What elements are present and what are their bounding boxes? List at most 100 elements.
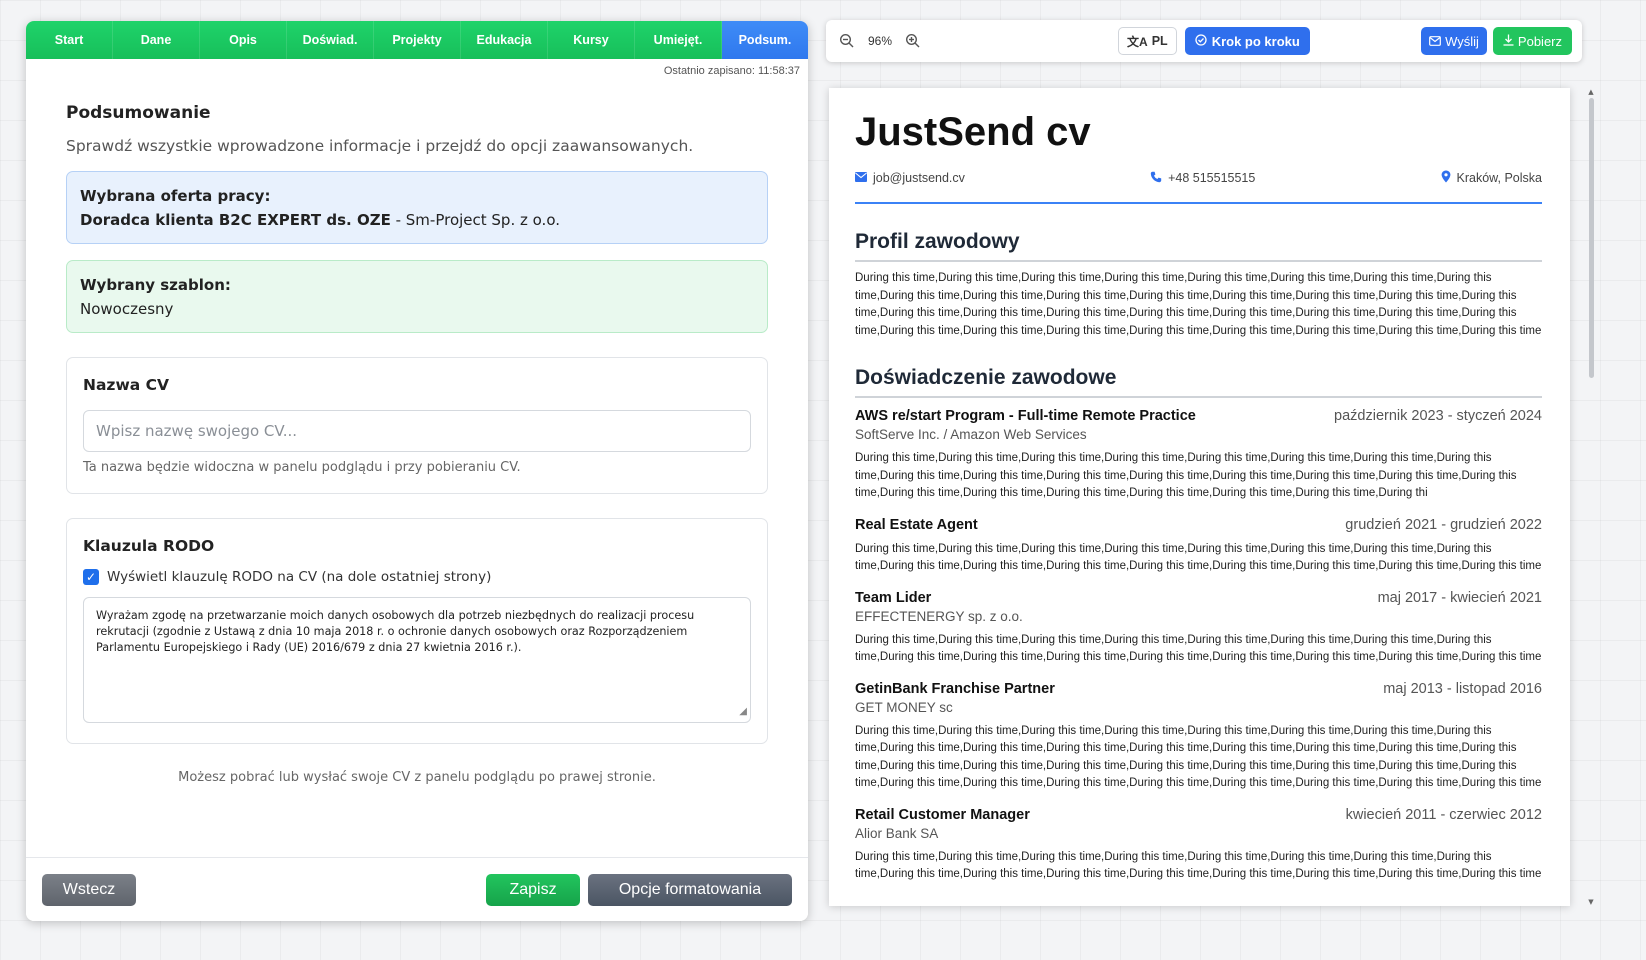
cv-name-title: Nazwa CV xyxy=(83,376,169,394)
step-tab[interactable]: Kursy xyxy=(548,21,635,59)
job-offer-label: Wybrana oferta pracy: xyxy=(80,187,271,205)
cv-email-text: job@justsend.cv xyxy=(873,171,965,185)
translate-icon: 文A xyxy=(1127,34,1148,49)
cv-name-card: Nazwa CV Ta nazwa będzie widoczna w pane… xyxy=(66,357,768,494)
step-tab[interactable]: Opis xyxy=(200,21,287,59)
rodo-text: Wyrażam zgodę na przetwarzanie moich dan… xyxy=(96,609,695,654)
cv-job-dates: kwiecień 2011 - czerwiec 2012 xyxy=(1345,806,1542,823)
cv-preview-page: JustSend cv job@justsend.cv +48 51551551… xyxy=(829,88,1570,906)
rodo-checkbox-row[interactable]: ✓ Wyświetl klauzulę RODO na CV (na dole … xyxy=(83,569,751,585)
template-value: Nowoczesny xyxy=(80,300,174,318)
check-circle-icon xyxy=(1195,33,1207,49)
format-options-button[interactable]: Opcje formatowania xyxy=(588,873,792,906)
cv-name: JustSend cv xyxy=(855,110,1091,154)
cv-location-text: Kraków, Polska xyxy=(1456,171,1542,185)
preview-scrollbar[interactable]: ▲ ▼ xyxy=(1586,88,1596,906)
language-button[interactable]: 文A PL xyxy=(1118,27,1177,55)
rodo-title: Klauzula RODO xyxy=(83,537,215,555)
last-saved-text: Ostatnio zapisano: 11:58:37 xyxy=(663,65,800,77)
download-label: Pobierz xyxy=(1517,33,1562,49)
language-label: PL xyxy=(1151,34,1168,48)
cv-job-company: EFFECTENERGY sp. z o.o. xyxy=(855,608,1023,624)
cv-profile-text: During this time,During this time,During… xyxy=(855,272,1542,337)
cv-contacts: job@justsend.cv +48 515515515 Kraków, Po… xyxy=(855,170,1542,204)
cv-phone-text: +48 515515515 xyxy=(1168,171,1256,185)
cv-job-entry: Team Lider maj 2017 - kwiecień 2021 EFFECT… xyxy=(855,590,1542,667)
job-offer-box: Wybrana oferta pracy: Doradca klienta B2… xyxy=(66,171,768,244)
zoom-out-icon[interactable] xyxy=(836,30,858,52)
step-tab[interactable]: Doświad. xyxy=(287,21,374,59)
map-pin-icon xyxy=(1441,170,1451,186)
cv-job-title: Team Lider xyxy=(855,589,932,606)
scroll-up-arrow-icon[interactable]: ▲ xyxy=(1586,88,1596,96)
cv-job-entry: Real Estate Agent grudzień 2021 - grudzie… xyxy=(855,517,1542,576)
cv-job-description: During this time,During this time,During… xyxy=(855,452,1517,499)
phone-icon xyxy=(1150,171,1162,186)
cv-email: job@justsend.cv xyxy=(855,170,965,186)
step-tab[interactable]: Edukacja xyxy=(461,21,548,59)
cv-job-company: Alior Bank SA xyxy=(855,825,939,841)
step-tab[interactable]: Podsum. xyxy=(722,21,808,59)
cv-job-header: Real Estate Agent grudzień 2021 - grudzie… xyxy=(855,517,1542,533)
job-offer-value: Doradca klienta B2C EXPERT ds. OZE - Sm-… xyxy=(80,208,754,232)
template-box: Wybrany szablon: Nowoczesny xyxy=(66,260,768,333)
section-title: Podsumowanie xyxy=(66,103,211,123)
cv-job-description: During this time,During this time,During… xyxy=(855,542,1542,573)
cv-job-dates: październik 2023 - styczeń 2024 xyxy=(1334,408,1542,424)
template-label: Wybrany szablon: xyxy=(80,276,231,294)
download-button[interactable]: Pobierz xyxy=(1492,27,1572,55)
step-tabs: Start Dane Opis Doświad. Projekty Edukacja Kur… xyxy=(26,21,808,59)
scroll-down-arrow-icon[interactable]: ▼ xyxy=(1586,898,1596,906)
back-button[interactable]: Wstecz xyxy=(42,873,136,906)
rodo-card: Klauzula RODO ✓ Wyświetl klauzulę RODO n… xyxy=(66,518,768,744)
bottom-note: Możesz pobrać lub wysłać swoje CV z pane… xyxy=(178,770,656,785)
cv-job-title: Retail Customer Manager xyxy=(855,806,1030,823)
cv-job-title: Real Estate Agent xyxy=(855,516,978,533)
cv-jobs-list: AWS re/start Program - Full-time Remote … xyxy=(855,408,1542,884)
cv-job-entry: GetinBank Franchise Partner maj 2013 - li… xyxy=(855,681,1542,793)
preview-toolbar: 96% 文A PL Krok po kroku Wyślij Pobierz xyxy=(826,20,1582,62)
cv-job-header: Retail Customer Manager kwiecień 2011 - c… xyxy=(855,807,1542,823)
section-description: Sprawdź wszystkie wprowadzone informacje… xyxy=(66,137,694,155)
cv-job-entry: AWS re/start Program - Full-time Remote … xyxy=(855,408,1542,503)
cv-job-title: GetinBank Franchise Partner xyxy=(855,680,1055,697)
rodo-textarea[interactable]: Wyrażam zgodę na przetwarzanie moich dan… xyxy=(83,597,751,723)
cv-job-header: AWS re/start Program - Full-time Remote … xyxy=(855,408,1542,424)
step-tab[interactable]: Start xyxy=(26,21,113,59)
job-offer-company: - Sm-Project Sp. z o.o. xyxy=(390,211,560,229)
envelope-icon xyxy=(855,171,867,185)
cv-job-company: GET MONEY sc xyxy=(855,699,953,715)
cv-location: Kraków, Polska xyxy=(1441,170,1542,186)
editor-body: Podsumowanie Sprawdź wszystkie wprowadzo… xyxy=(26,103,808,785)
resize-grip-icon[interactable]: ◢ xyxy=(739,704,747,720)
mail-icon xyxy=(1429,34,1441,49)
editor-footer: Wstecz Zapisz Opcje formatowania xyxy=(26,857,808,921)
cv-job-dates: grudzień 2021 - grudzień 2022 xyxy=(1345,516,1542,533)
cv-job-description: During this time,During this time,During… xyxy=(855,633,1542,664)
cv-job-header: GetinBank Franchise Partner maj 2013 - li… xyxy=(855,681,1542,697)
step-by-step-label: Krok po kroku xyxy=(1211,33,1300,49)
download-icon xyxy=(1503,34,1514,49)
cv-job-title: AWS re/start Program - Full-time Remote … xyxy=(855,408,1196,424)
zoom-level: 96% xyxy=(868,34,893,48)
cv-job-header: Team Lider maj 2017 - kwiecień 2021 xyxy=(855,590,1542,606)
scroll-thumb[interactable] xyxy=(1589,98,1594,378)
zoom-in-icon[interactable] xyxy=(902,30,924,52)
cv-name-input[interactable] xyxy=(83,410,751,452)
cv-profile-heading: Profil zawodowy xyxy=(855,230,1542,262)
editor-panel: Start Dane Opis Doświad. Projekty Edukacja Kur… xyxy=(26,21,808,921)
send-button[interactable]: Wyślij xyxy=(1421,27,1487,55)
rodo-checkbox[interactable]: ✓ xyxy=(83,569,99,585)
step-by-step-button[interactable]: Krok po kroku xyxy=(1184,27,1310,55)
rodo-checkbox-label: Wyświetl klauzulę RODO na CV (na dole os… xyxy=(107,569,492,585)
step-tab[interactable]: Dane xyxy=(113,21,200,59)
cv-job-dates: maj 2013 - listopad 2016 xyxy=(1383,680,1542,697)
step-tab[interactable]: Projekty xyxy=(374,21,461,59)
step-tab[interactable]: Umiejęt. xyxy=(635,21,722,59)
cv-experience-heading: Doświadczenie zawodowe xyxy=(855,366,1542,398)
cv-name-help: Ta nazwa będzie widoczna w panelu podglą… xyxy=(83,460,521,475)
send-label: Wyślij xyxy=(1445,33,1479,49)
save-button[interactable]: Zapisz xyxy=(486,873,580,906)
cv-job-description: During this time,During this time,During… xyxy=(855,850,1542,881)
cv-phone: +48 515515515 xyxy=(1150,170,1255,186)
